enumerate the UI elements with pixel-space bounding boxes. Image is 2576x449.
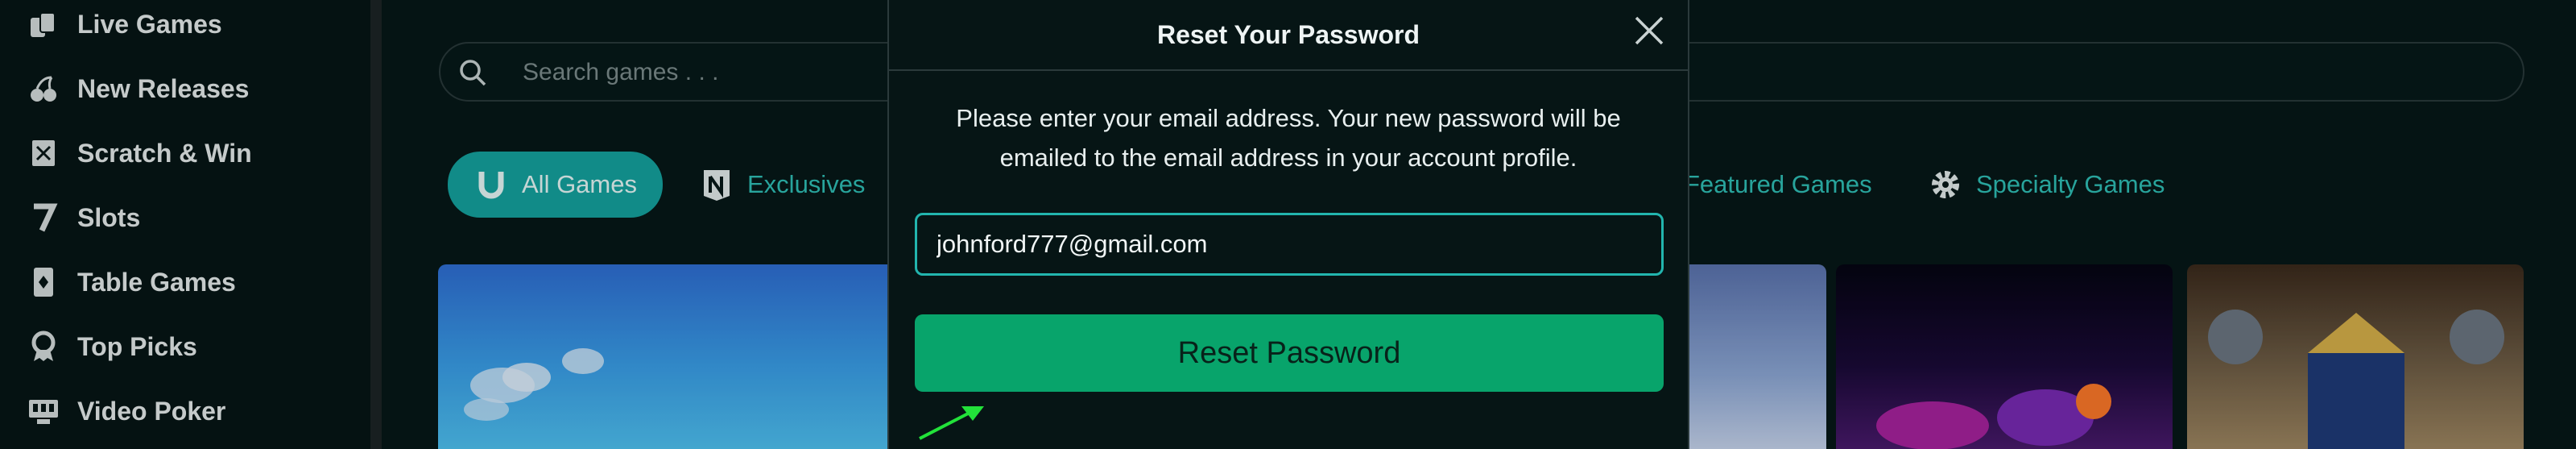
reset-password-dialog: Reset Your Password Please enter your em…: [887, 0, 1689, 449]
dialog-message: Please enter your email address. Your ne…: [956, 104, 1621, 172]
reset-password-button[interactable]: Reset Password: [915, 314, 1664, 392]
dialog-title: Reset Your Password: [889, 0, 1688, 71]
close-icon[interactable]: [1630, 11, 1668, 50]
email-field[interactable]: [915, 213, 1664, 276]
pointer-arrow-icon: [919, 406, 984, 440]
